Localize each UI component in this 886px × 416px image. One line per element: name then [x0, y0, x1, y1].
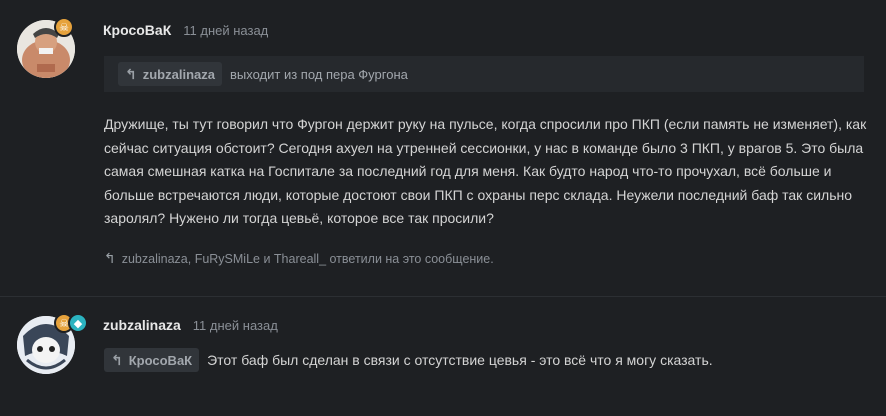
divider [0, 296, 886, 297]
post-body: Дружище, ты тут говорил что Фургон держи… [104, 116, 867, 226]
quote-user: КросоВаК [128, 352, 193, 368]
quote-user-chip[interactable]: ↰ КросоВаК [104, 348, 200, 372]
author-name[interactable]: zubzalinaza [103, 317, 181, 333]
inline-quote: ↰ КросоВаК Этот баф был сделан в связи с… [104, 348, 713, 372]
timestamp[interactable]: 11 дней назад [193, 318, 278, 333]
replies-text: zubzalinaza, FuRySMiLe и Thareall_ ответ… [121, 251, 494, 266]
replies-notice[interactable]: ↰ zubzalinaza, FuRySMiLe и Thareall_ отв… [104, 250, 494, 267]
reply-arrow-icon: ↰ [111, 351, 123, 368]
post-body: Этот баф был сделан в связи с отсутствие… [207, 352, 713, 368]
reply-arrow-icon: ↰ [104, 250, 116, 266]
diamond-badge-icon: ◆ [68, 313, 88, 333]
comment-post-2: ☠ ◆ zubzalinaza 11 дней назад ↰ КросоВаК… [0, 0, 886, 374]
